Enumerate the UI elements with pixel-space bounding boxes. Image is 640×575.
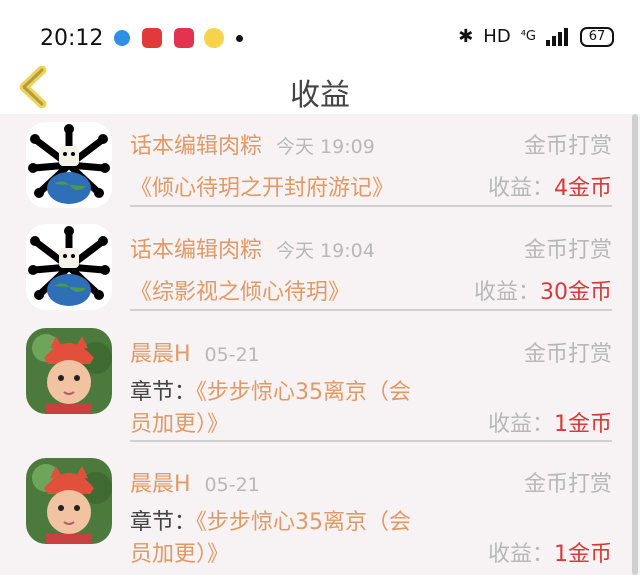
income-label: 收益： <box>473 280 540 305</box>
sender-name[interactable]: 话本编辑肉粽 <box>130 134 262 159</box>
reward-type: 金币打赏 <box>523 238 612 263</box>
signal-4g-label: ⁴G <box>520 29 536 44</box>
income-label: 收益： <box>487 542 554 567</box>
income-label: 收益： <box>487 176 554 201</box>
income-text: 收益：4金币 <box>488 170 612 202</box>
avatar[interactable] <box>26 224 112 310</box>
signal-icon <box>546 27 568 46</box>
status-bar: 20:12 ✱ HD ⁴G 67 <box>0 0 640 58</box>
reward-type: 金币打赏 <box>523 134 612 159</box>
item-meta: 话本编辑肉粽 今天 19:04 <box>130 232 375 264</box>
hd-label: HD <box>483 26 511 47</box>
status-time: 20:12 <box>40 26 104 51</box>
book-title[interactable]: 《倾心待玥之开封府游记》 <box>130 170 394 202</box>
income-amount: 1金币 <box>554 412 612 437</box>
battery-icon: 67 <box>580 26 614 47</box>
book-title-part-1[interactable]: 《步步惊心35离京（会 <box>196 510 411 535</box>
chapter-prefix: 章节： <box>130 380 197 405</box>
item-meta: 晨晨H 05-21 <box>130 336 260 368</box>
item-time: 05-21 <box>204 474 260 496</box>
header: 收益 <box>0 58 640 114</box>
divider <box>130 309 612 311</box>
page-title: 收益 <box>290 78 350 113</box>
list-item[interactable]: 话本编辑肉粽 今天 19:04 金币打赏 《综影视之倾心待玥》 收益：30金币 <box>0 218 630 322</box>
sender-name[interactable]: 话本编辑肉粽 <box>130 238 262 263</box>
scrollbar[interactable] <box>632 114 638 575</box>
income-text: 收益：1金币 <box>488 406 612 438</box>
app-notification-icon-3 <box>174 28 194 48</box>
income-amount: 1金币 <box>554 542 612 567</box>
reward-type: 金币打赏 <box>523 472 612 497</box>
chapter-line-1[interactable]: 章节：《步步惊心35离京（会 <box>130 374 411 406</box>
book-title-part-2[interactable]: 员加更）》 <box>130 406 229 438</box>
chapter-line-1[interactable]: 章节：《步步惊心35离京（会 <box>130 504 411 536</box>
status-indicators: ✱ HD ⁴G 67 <box>458 26 614 47</box>
app-notification-icon-4 <box>204 28 224 48</box>
avatar[interactable] <box>26 458 112 544</box>
list-item[interactable]: 晨晨H 05-21 金币打赏 章节：《步步惊心35离京（会 员加更）》 收益：1金… <box>0 322 630 450</box>
item-meta: 话本编辑肉粽 今天 19:09 <box>130 128 375 160</box>
item-time: 05-21 <box>204 344 260 366</box>
list-item[interactable]: 晨晨H 05-21 金币打赏 章节：《步步惊心35离京（会 员加更）》 收益：1金… <box>0 452 630 575</box>
app-notification-icon-2 <box>142 28 162 48</box>
list-item[interactable]: 话本编辑肉粽 今天 19:09 金币打赏 《倾心待玥之开封府游记》 收益：4金币 <box>0 114 630 218</box>
book-title-part-1[interactable]: 《步步惊心35离京（会 <box>196 380 411 405</box>
sender-name[interactable]: 晨晨H <box>130 472 191 497</box>
app-notification-icon-1 <box>114 30 130 46</box>
book-title[interactable]: 《综影视之倾心待玥》 <box>130 274 350 306</box>
income-text: 收益：1金币 <box>488 536 612 568</box>
book-title-part-2[interactable]: 员加更）》 <box>130 536 229 568</box>
sender-name[interactable]: 晨晨H <box>130 342 191 367</box>
divider <box>130 205 612 207</box>
bluetooth-icon: ✱ <box>458 26 474 47</box>
income-label: 收益： <box>487 412 554 437</box>
divider <box>130 440 612 442</box>
income-amount: 4金币 <box>554 176 612 201</box>
item-time: 今天 19:09 <box>276 136 375 158</box>
avatar[interactable] <box>26 122 112 208</box>
item-meta: 晨晨H 05-21 <box>130 466 260 498</box>
avatar[interactable] <box>26 328 112 414</box>
income-text: 收益：30金币 <box>474 274 612 306</box>
income-list: 话本编辑肉粽今天 19:09 金币打赏 《倾心待玥之开封府游记》 收益：4金币 <box>0 114 640 575</box>
reward-type: 金币打赏 <box>523 342 612 367</box>
dot-icon <box>236 35 243 42</box>
income-amount: 30金币 <box>540 280 612 305</box>
chapter-prefix: 章节： <box>130 510 197 535</box>
item-time: 今天 19:04 <box>276 240 375 262</box>
